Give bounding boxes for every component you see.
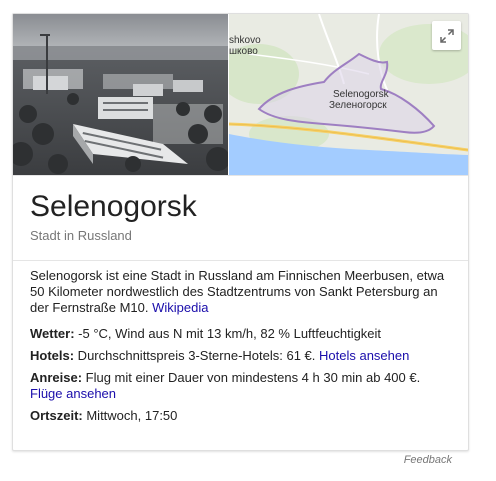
map-expand-button[interactable] (432, 21, 461, 50)
fact-local-time-label: Ortszeit: (30, 408, 83, 423)
flights-link[interactable]: Flüge ansehen (30, 386, 116, 401)
section-divider (13, 260, 468, 261)
knowledge-panel-card: shkovo шково Selenogorsk Зеленогорск Sel… (12, 13, 469, 451)
fact-weather-label: Wetter: (30, 326, 75, 341)
map-city-label-cyrillic: Зеленогорск (329, 100, 387, 111)
expand-arrows-icon (439, 28, 454, 43)
description-text: Selenogorsk ist eine Stadt in Russland a… (30, 268, 445, 315)
map-city-label-latin: Selenogorsk (333, 89, 389, 100)
fact-weather: Wetter: -5 °C, Wind aus N mit 13 km/h, 8… (30, 326, 458, 342)
entity-title: Selenogorsk (30, 190, 197, 223)
hotels-link[interactable]: Hotels ansehen (319, 348, 409, 363)
feedback-link[interactable]: Feedback (404, 454, 452, 466)
map-place-label-latin: shkovo (229, 35, 261, 46)
city-map[interactable]: shkovo шково Selenogorsk Зеленогорск (229, 14, 468, 175)
fact-local-time-value: Mittwoch, 17:50 (82, 408, 178, 423)
entity-subtitle: Stadt in Russland (30, 228, 132, 243)
fact-hotels-value: Durchschnittspreis 3-Sterne-Hotels: 61 €… (74, 348, 319, 363)
fact-hotels: Hotels: Durchschnittspreis 3-Sterne-Hote… (30, 348, 458, 364)
media-strip: shkovo шково Selenogorsk Зеленогорск (13, 14, 468, 175)
map-place-label-cyrillic: шково (229, 46, 258, 57)
panel-body: Selenogorsk ist eine Stadt in Russland a… (30, 268, 458, 430)
fact-travel-label: Anreise: (30, 370, 83, 385)
city-photo-image (13, 14, 228, 175)
fact-travel-value: Flug mit einer Dauer von mindestens 4 h … (82, 370, 421, 385)
title-section: Selenogorsk Stadt in Russland (13, 175, 468, 260)
fact-travel: Anreise: Flug mit einer Dauer von mindes… (30, 370, 458, 402)
wikipedia-link[interactable]: Wikipedia (152, 300, 208, 315)
fact-hotels-label: Hotels: (30, 348, 75, 363)
fact-weather-value: -5 °C, Wind aus N mit 13 km/h, 82 % Luft… (74, 326, 382, 341)
entity-description: Selenogorsk ist eine Stadt in Russland a… (30, 268, 458, 316)
city-photo[interactable] (13, 14, 228, 175)
fact-local-time: Ortszeit: Mittwoch, 17:50 (30, 408, 458, 424)
